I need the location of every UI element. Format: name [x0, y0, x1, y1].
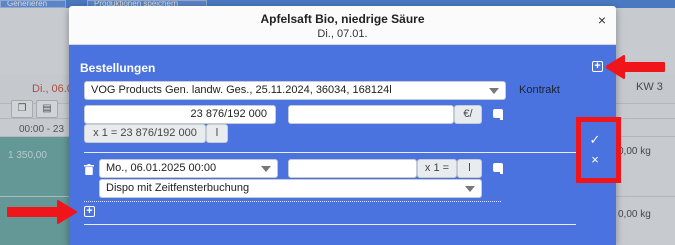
chevron-down-icon — [465, 186, 475, 192]
add-delivery-plus-icon[interactable]: + — [84, 206, 95, 217]
quantity-input[interactable]: 23 876/192 000 — [84, 105, 276, 124]
dialog-subtitle: Di., 07.01. — [317, 28, 368, 40]
supplier-select-value: VOG Products Gen. landw. Ges., 25.11.202… — [91, 84, 392, 96]
chevron-down-icon — [489, 88, 499, 94]
add-order-plus-icon[interactable]: + — [592, 61, 603, 72]
contract-label: Kontrakt — [519, 84, 560, 96]
dialog-title: Apfelsaft Bio, niedrige Säure — [260, 12, 425, 26]
delivery-datetime-select[interactable]: Mo., 06.01.2025 00:00 — [99, 159, 278, 178]
highlight-frame — [576, 117, 621, 183]
dispo-select-value: Dispo mit Zeitfensterbuchung — [106, 182, 250, 194]
price-input[interactable] — [288, 105, 454, 124]
section-divider — [84, 152, 576, 153]
dispo-select[interactable]: Dispo mit Zeitfensterbuchung — [99, 179, 482, 198]
section-divider — [84, 224, 576, 225]
close-icon[interactable]: × — [598, 12, 606, 28]
order-dialog: Apfelsaft Bio, niedrige Säure Di., 07.01… — [69, 6, 616, 245]
currency-unit-addon: €/ — [454, 105, 482, 124]
conversion-unit: l — [206, 124, 228, 143]
arrow-right-icon — [7, 200, 77, 224]
delivery-amount-input[interactable] — [288, 159, 417, 178]
arrow-left-icon — [606, 55, 665, 79]
chevron-down-icon — [261, 166, 271, 172]
delivery-datetime-value: Mo., 06.01.2025 00:00 — [106, 162, 217, 174]
conversion-text: x 1 = 23 876/192 000 — [84, 124, 206, 143]
dialog-header: Apfelsaft Bio, niedrige Säure Di., 07.01… — [69, 6, 616, 45]
comment-icon[interactable] — [493, 163, 503, 174]
trash-icon[interactable] — [84, 164, 94, 175]
dotted-divider — [84, 201, 501, 202]
section-title-orders: Bestellungen — [80, 61, 156, 75]
supplier-select[interactable]: VOG Products Gen. landw. Ges., 25.11.202… — [84, 81, 506, 100]
delivery-factor-text: x 1 = — [417, 159, 457, 178]
delivery-factor-unit: l — [457, 159, 482, 178]
comment-icon[interactable] — [493, 109, 503, 120]
